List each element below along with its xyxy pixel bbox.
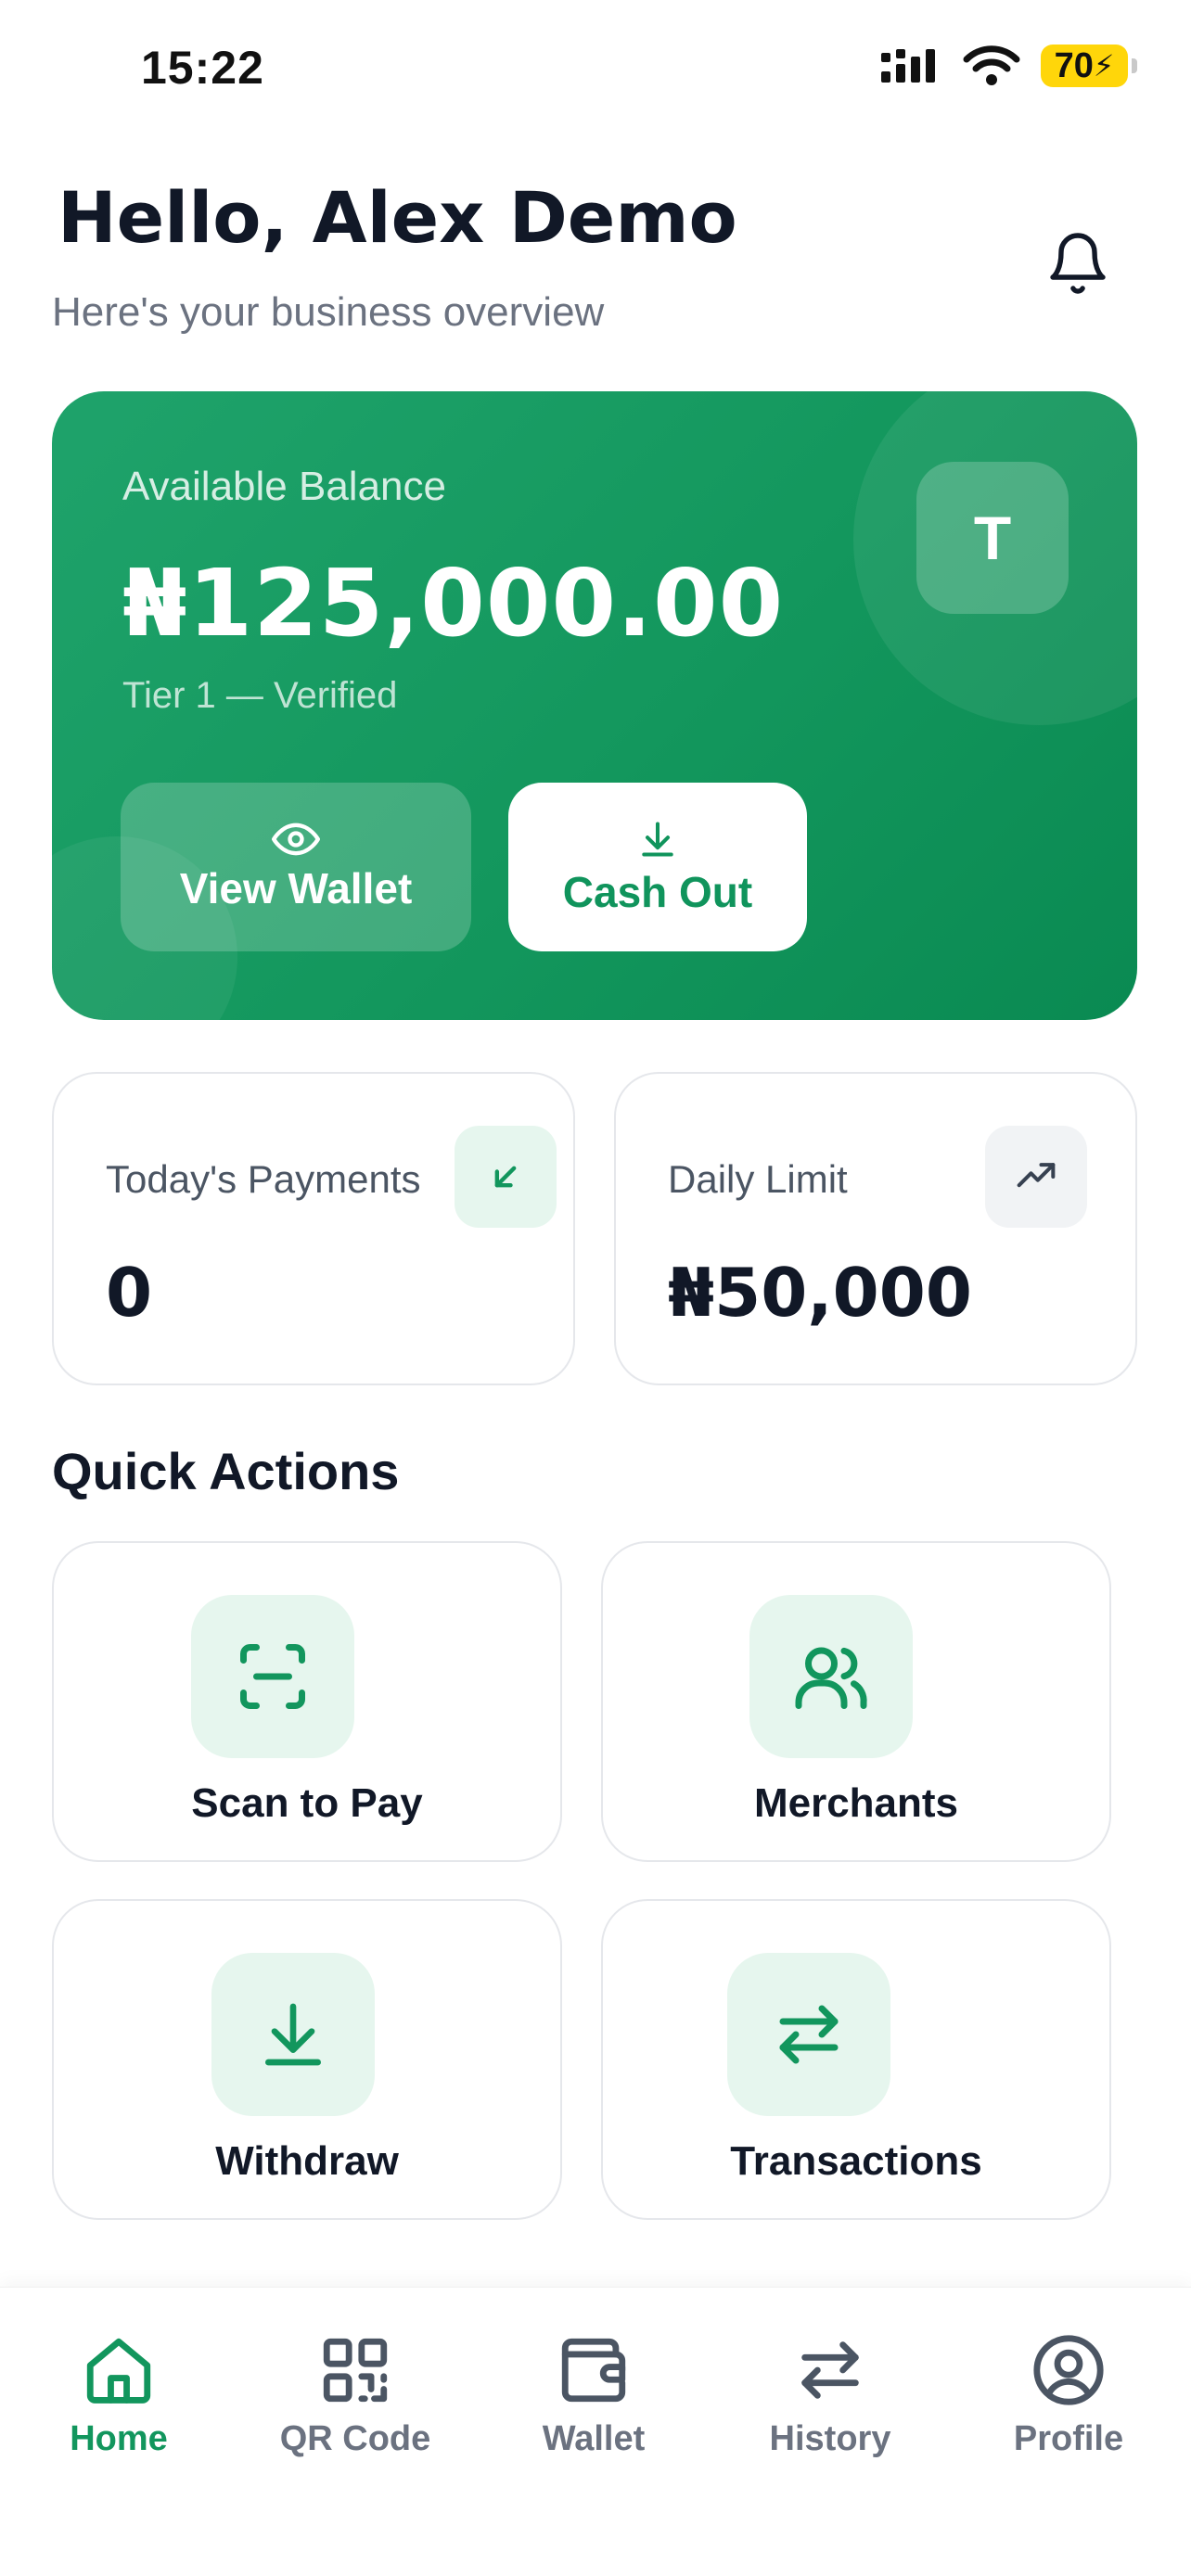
eye-icon bbox=[272, 823, 320, 856]
download-icon bbox=[642, 822, 673, 857]
greeting-subtitle: Here's your business overview bbox=[52, 289, 605, 335]
quick-action-label: Transactions bbox=[730, 2138, 982, 2184]
status-icons: 70 ⚡ bbox=[879, 45, 1137, 87]
charging-icon: ⚡ bbox=[1093, 49, 1115, 83]
stat-label: Daily Limit bbox=[668, 1157, 848, 1201]
battery-level: 70 bbox=[1054, 45, 1094, 85]
tier-status: Tier 1 — Verified bbox=[122, 675, 398, 716]
bell-icon bbox=[1050, 233, 1106, 294]
quick-action-label: Withdraw bbox=[215, 2138, 399, 2184]
cellular-signal-icon bbox=[881, 49, 935, 83]
nav-item-profile[interactable]: Profile bbox=[967, 2332, 1171, 2459]
status-bar: 15:22 70 ⚡ bbox=[0, 0, 1191, 139]
nav-item-home[interactable]: Home bbox=[17, 2332, 221, 2459]
view-wallet-button[interactable]: View Wallet bbox=[121, 783, 471, 951]
trending-up-icon bbox=[985, 1126, 1087, 1228]
scan-icon bbox=[191, 1595, 354, 1758]
nav-label: Wallet bbox=[542, 2419, 646, 2458]
cash-out-button[interactable]: Cash Out bbox=[508, 783, 807, 951]
greeting-title: Hello, Alex Demo bbox=[58, 176, 737, 259]
daily-limit-card[interactable]: Daily Limit ₦50,000 bbox=[614, 1072, 1137, 1385]
cash-out-label: Cash Out bbox=[562, 868, 753, 916]
arrows-left-right-icon bbox=[727, 1953, 890, 2116]
merchants-button[interactable]: Merchants bbox=[601, 1541, 1111, 1862]
nav-label: Profile bbox=[1013, 2419, 1124, 2458]
qr-code-icon bbox=[323, 2338, 388, 2403]
nav-item-history[interactable]: History bbox=[728, 2332, 932, 2459]
wallet-icon bbox=[561, 2338, 626, 2403]
status-time: 15:22 bbox=[141, 42, 264, 94]
avatar[interactable]: T bbox=[916, 462, 1069, 614]
balance-label: Available Balance bbox=[122, 464, 446, 509]
quick-action-label: Scan to Pay bbox=[191, 1780, 423, 1826]
avatar-initial: T bbox=[973, 504, 1012, 572]
quick-action-label: Merchants bbox=[753, 1780, 959, 1826]
battery-indicator: 70 ⚡ bbox=[1041, 45, 1137, 87]
balance-card: Available Balance ₦125,000.00 Tier 1 — V… bbox=[52, 391, 1137, 1020]
wifi-icon bbox=[963, 45, 1020, 85]
home-icon bbox=[86, 2338, 151, 2404]
withdraw-button[interactable]: Withdraw bbox=[52, 1899, 562, 2220]
nav-label: Home bbox=[70, 2419, 168, 2458]
users-icon bbox=[749, 1595, 913, 1758]
stat-value: 0 bbox=[106, 1254, 153, 1332]
stat-label: Today's Payments bbox=[106, 1157, 421, 1201]
bottom-nav: Home QR Code Wallet History Profile bbox=[0, 2287, 1191, 2576]
download-icon bbox=[211, 1953, 375, 2116]
balance-amount: ₦125,000.00 bbox=[122, 549, 785, 657]
notifications-button[interactable] bbox=[1037, 223, 1119, 304]
todays-payments-card[interactable]: Today's Payments 0 bbox=[52, 1072, 575, 1385]
stat-value: ₦50,000 bbox=[668, 1254, 972, 1332]
transactions-button[interactable]: Transactions bbox=[601, 1899, 1111, 2220]
view-wallet-label: View Wallet bbox=[179, 864, 413, 912]
user-circle-icon bbox=[1033, 2335, 1104, 2405]
scan-to-pay-button[interactable]: Scan to Pay bbox=[52, 1541, 562, 1862]
arrows-left-right-icon bbox=[801, 2341, 859, 2399]
nav-item-qr-code[interactable]: QR Code bbox=[253, 2332, 457, 2459]
nav-label: QR Code bbox=[279, 2419, 431, 2458]
quick-actions-title: Quick Actions bbox=[52, 1442, 400, 1500]
nav-item-wallet[interactable]: Wallet bbox=[492, 2332, 696, 2459]
arrow-down-left-icon bbox=[455, 1126, 557, 1228]
nav-label: History bbox=[769, 2419, 891, 2458]
